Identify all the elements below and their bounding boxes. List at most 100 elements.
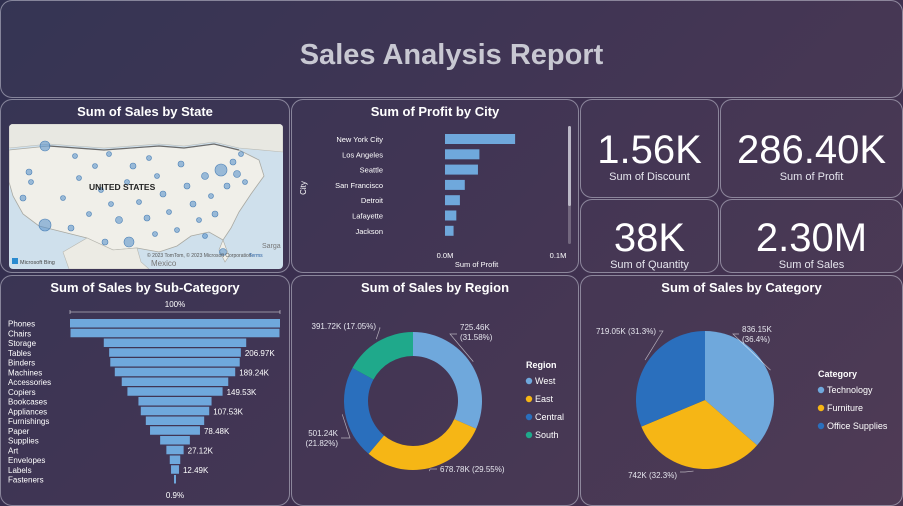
funnel-bar: [140, 406, 210, 416]
pie-slice: [368, 419, 477, 470]
pie-data-label: (31.58%): [460, 333, 493, 342]
state-bubble: [201, 172, 209, 180]
state-bubble: [123, 236, 135, 248]
header-panel: Sales Analysis Report: [0, 0, 903, 98]
region-donut-chart[interactable]: 725.46K(31.58%) 678.78K (29.55%) 501.24K(2…: [292, 276, 578, 505]
map-area[interactable]: UNITED STATES Mexico Sarga Microsoft Bing © …: [9, 124, 283, 269]
funnel-category-label: Art: [8, 446, 19, 455]
subcategory-funnel-panel[interactable]: Sum of Sales by Sub-Category 100% Phones C…: [0, 275, 290, 506]
pie-data-label: (21.82%): [306, 439, 339, 448]
kpi-discount-card: 1.56K Sum of Discount: [580, 99, 719, 198]
funnel-bottom-label: 0.9%: [166, 491, 184, 500]
pie-slice: [352, 332, 413, 380]
legend-marker: [817, 422, 825, 430]
legend-item: Technology: [827, 385, 873, 395]
subcategory-funnel-chart[interactable]: 100% PhonesChairsStorageTables 206.97K Bind…: [1, 276, 289, 505]
state-bubble: [214, 163, 228, 177]
state-bubble: [233, 170, 241, 178]
map-copyright: © 2023 TomTom, © 2023 Microsoft Corporat…: [147, 252, 252, 259]
state-bubble: [196, 217, 202, 223]
region-donut-panel[interactable]: Sum of Sales by Region 725.46K (31.58%) 67…: [291, 275, 579, 506]
city-tick-label: San Francisco: [335, 181, 383, 190]
kpi-sales-label: Sum of Sales: [778, 259, 845, 271]
category-pie-panel[interactable]: Sum of Sales by Category 836.15K (36.4%) 7…: [580, 275, 903, 506]
kpi-profit-card: 286.40K Sum of Profit: [720, 99, 903, 198]
city-tick-label: Seattle: [360, 166, 383, 175]
state-bubble: [28, 179, 34, 185]
state-bubble: [136, 199, 142, 205]
kpi-quantity-label: Sum of Quantity: [610, 259, 689, 271]
funnel-category-label: Paper: [8, 427, 30, 436]
state-bubble: [183, 182, 191, 190]
bing-label: Microsoft Bing: [20, 260, 55, 266]
funnel-bar: [160, 436, 190, 445]
map-panel[interactable]: Sum of Sales by State UNITED STATES Mexic…: [0, 99, 290, 273]
pie-slice: [344, 367, 385, 454]
map-title: Sum of Sales by State: [77, 104, 213, 119]
state-bubble: [25, 168, 33, 176]
funnel-bar: [121, 377, 229, 386]
kpi-discount-label: Sum of Discount: [609, 171, 690, 183]
state-bubble: [72, 153, 78, 159]
scrollbar-thumb: [568, 126, 571, 206]
funnel-category-label: Furnishings: [8, 417, 49, 426]
pie-data-label: 678.78K (29.55%): [440, 465, 505, 474]
report-title: Sales Analysis Report: [299, 39, 604, 71]
funnel-data-label: 149.53K: [227, 388, 257, 397]
state-bubble: [143, 214, 151, 222]
state-bubble: [211, 210, 219, 218]
pie-leader-line: [429, 468, 437, 472]
city-tick-label: Los Angeles: [342, 150, 383, 159]
map-terms-link: Terms: [249, 253, 263, 259]
pie-data-label: 719.05K (31.3%): [596, 327, 656, 336]
state-bubble: [238, 151, 244, 157]
funnel-bar: [70, 328, 280, 338]
legend-marker: [525, 377, 533, 385]
legend-item: West: [535, 376, 556, 386]
state-bubble: [189, 200, 197, 208]
city-axis-title: City: [299, 181, 308, 195]
state-bubble: [152, 231, 158, 237]
kpi-discount-value: 1.56K: [597, 128, 702, 172]
category-pie-chart[interactable]: 836.15K(36.4%) 742K (32.3%) 719.05K (31.3%…: [581, 276, 902, 505]
city-bar: [445, 225, 454, 236]
pie-data-label: 836.15K: [742, 325, 772, 334]
funnel-data-label: 27.12K: [188, 446, 214, 455]
state-bubble: [159, 190, 167, 198]
funnel-top-label: 100%: [165, 300, 185, 309]
x-tick-label: 0.0M: [437, 251, 454, 260]
legend-marker: [817, 386, 825, 394]
city-bar: [445, 210, 457, 221]
state-bubble: [115, 216, 123, 224]
state-bubble: [166, 209, 172, 215]
funnel-bar: [138, 397, 212, 406]
map-country-label: UNITED STATES: [89, 182, 156, 192]
legend-item: Central: [535, 412, 564, 422]
funnel-category-label: Labels: [8, 466, 32, 475]
legend-title: Region: [526, 360, 557, 370]
state-bubble: [39, 140, 51, 152]
pie-slice: [413, 332, 482, 429]
legend-item: Furniture: [827, 403, 863, 413]
city-profit-panel[interactable]: Sum of Profit by City City New York City L…: [291, 99, 579, 273]
city-bar: [445, 195, 460, 206]
funnel-bar: [150, 426, 200, 435]
state-bubble: [92, 163, 98, 169]
state-bubble: [154, 173, 160, 179]
state-bubble: [106, 151, 112, 157]
funnel-category-label: Machines: [8, 368, 42, 377]
funnel-bar: [127, 387, 223, 396]
legend-item: Office Supplies: [827, 421, 888, 431]
x-tick-label: 0.1M: [550, 251, 567, 260]
us-map[interactable]: UNITED STATES Mexico Sarga Microsoft Bing © …: [9, 124, 283, 269]
city-profit-chart[interactable]: City New York City Los Angeles Seattle San F…: [292, 100, 578, 272]
legend-marker: [525, 395, 533, 403]
legend-item: East: [535, 394, 554, 404]
funnel-category-label: Envelopes: [8, 456, 45, 465]
funnel-data-label: 12.49K: [183, 466, 209, 475]
funnel-category-label: Phones: [8, 320, 35, 329]
legend-title: Category: [818, 369, 857, 379]
state-bubble: [146, 155, 152, 161]
kpi-sales-card: 2.30M Sum of Sales: [720, 199, 903, 273]
state-bubble: [242, 179, 248, 185]
